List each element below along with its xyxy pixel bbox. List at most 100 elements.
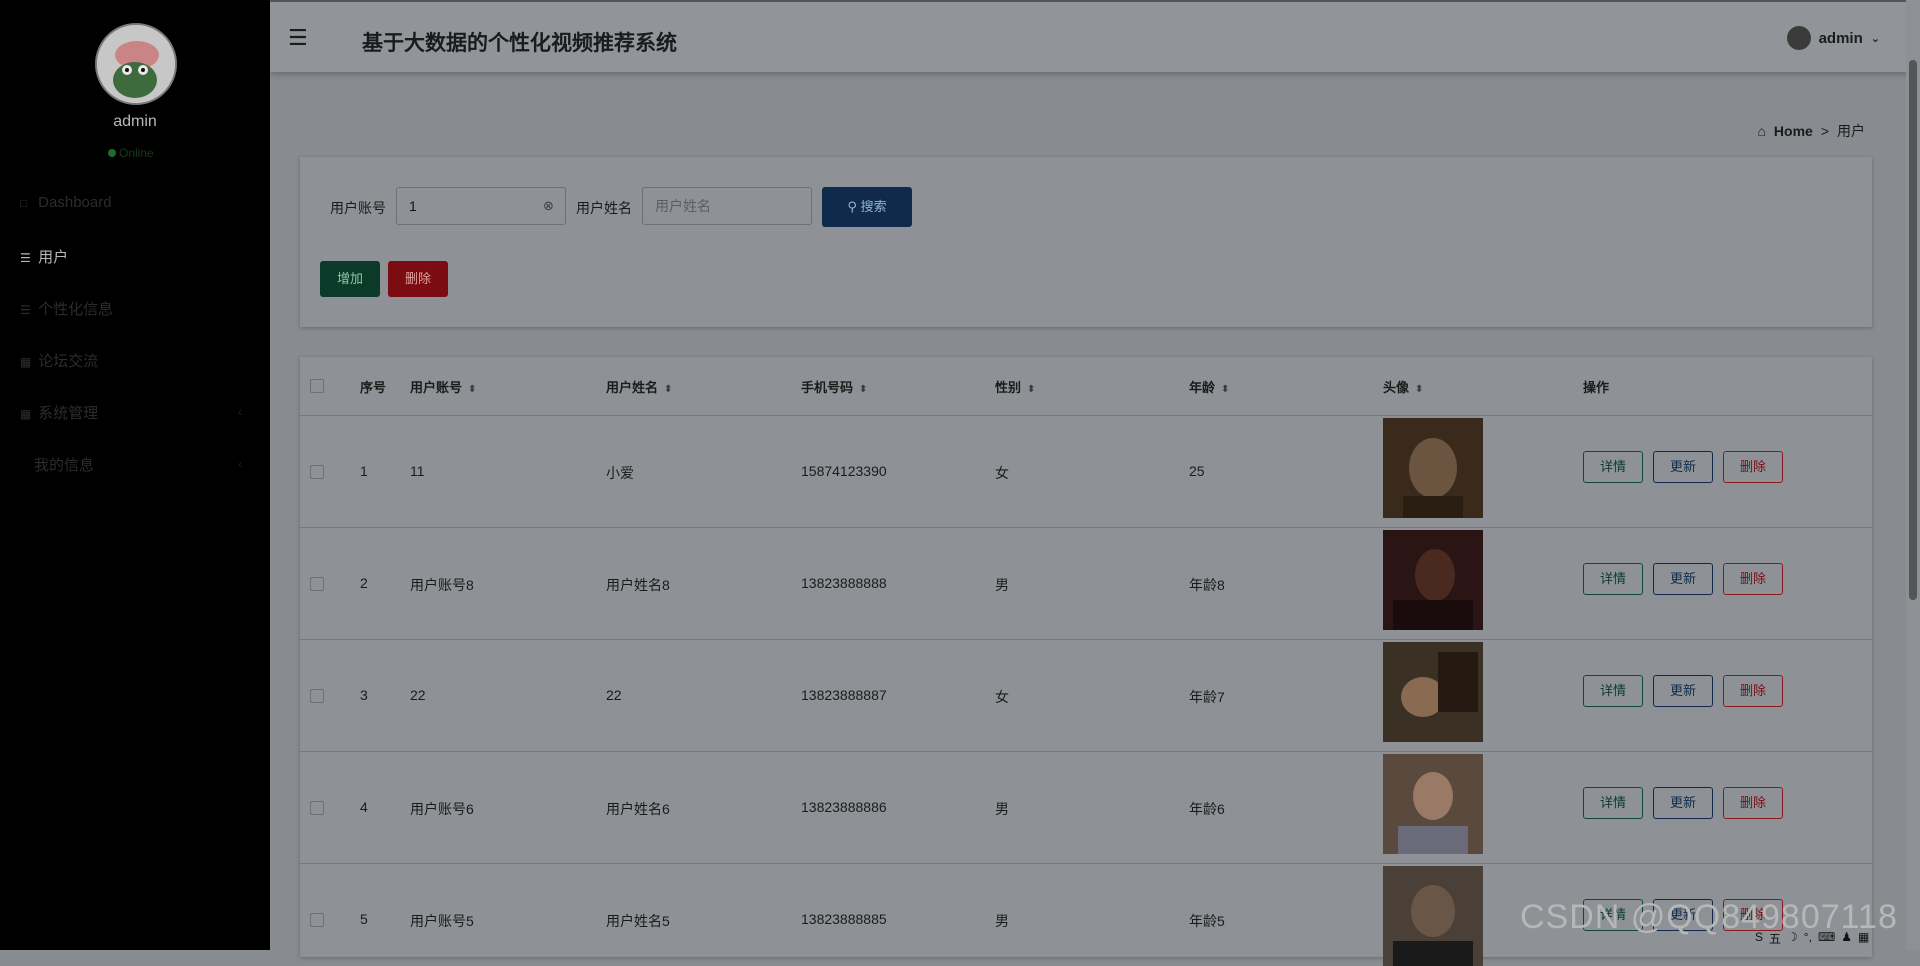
row-checkbox[interactable] [310,913,324,927]
header-name[interactable]: 用户姓名 ⬍ [606,377,672,396]
header-label: 头像 [1383,380,1410,395]
cell-account: 用户账号6 [410,801,474,817]
cell-name: 用户姓名6 [606,801,670,817]
scrollbar-thumb[interactable] [1909,60,1917,600]
header-label: 手机号码 [801,380,854,395]
user-menu[interactable]: admin ⌄ [1786,26,1880,50]
header-label: 性别 [995,380,1022,395]
header-actions: 操作 [1583,380,1610,395]
detail-button[interactable]: 详情 [1583,787,1643,819]
clear-icon[interactable]: ⊗ [543,198,554,214]
cell-account: 用户账号5 [410,913,474,929]
add-button[interactable]: 增加 [320,261,380,297]
sidebar-item-system[interactable]: ▦ 系统管理 [20,402,98,423]
sidebar-item-dashboard[interactable]: □ Dashboard [20,194,112,211]
cell-index: 4 [360,799,368,815]
batch-delete-button[interactable]: 删除 [388,261,448,297]
header-label: 用户账号 [410,380,463,395]
breadcrumb-home[interactable]: Home [1774,123,1813,139]
status-label: Online [119,146,154,160]
sort-icon[interactable]: ⬍ [664,384,672,395]
delete-button[interactable]: 删除 [1723,787,1783,819]
avatar-image [97,25,175,103]
sort-icon[interactable]: ⬍ [1221,384,1229,395]
sidebar-item-forum[interactable]: ▦ 论坛交流 [20,350,98,371]
menu-toggle-icon[interactable]: ☰ [288,25,308,51]
tray-icon-5[interactable]: ⌨ [1818,930,1835,947]
cell-account: 用户账号8 [410,577,474,593]
chevron-down-icon: ⌄ [1870,32,1880,45]
sidebar-item-personal-info[interactable]: ☰ 个性化信息 [20,298,113,319]
top-header: ☰ 基于大数据的个性化视频推荐系统 admin ⌄ [270,0,1920,72]
delete-button[interactable]: 删除 [1723,451,1783,483]
sidebar-username: admin [113,113,157,130]
cell-phone: 13823888888 [801,575,887,591]
row-checkbox[interactable] [310,689,324,703]
cell-age: 年龄7 [1189,689,1225,705]
tray-icon-3[interactable]: ☽ [1787,930,1798,947]
tray-icon-1[interactable]: S [1755,930,1763,947]
header-label: 用户姓名 [606,380,659,395]
sidebar-item-users[interactable]: ☰ 用户 [20,246,68,267]
sort-icon[interactable]: ⬍ [468,384,476,395]
avatar-thumbnail [1383,530,1483,630]
sidebar-item-label: 系统管理 [38,405,99,422]
account-label: 用户账号 [330,200,386,216]
row-divider [300,527,1872,528]
header-account[interactable]: 用户账号 ⬍ [410,377,476,396]
header-gender[interactable]: 性别 ⬍ [995,377,1035,396]
sort-icon[interactable]: ⬍ [1027,384,1035,395]
row-checkbox[interactable] [310,465,324,479]
detail-button[interactable]: 详情 [1583,451,1643,483]
header-index: 序号 [360,380,387,395]
tray-icon-4[interactable]: °, [1804,930,1812,947]
tray-icon-2[interactable]: 五 [1769,930,1781,947]
header-age[interactable]: 年龄 ⬍ [1189,377,1229,396]
cell-phone: 13823888887 [801,687,887,703]
cell-phone: 15874123390 [801,463,887,479]
tray-icon-7[interactable]: ▦ [1858,930,1869,947]
row-checkbox[interactable] [310,577,324,591]
page-scrollbar[interactable] [1906,0,1920,950]
update-button[interactable]: 更新 [1653,675,1713,707]
sort-icon[interactable]: ⬍ [859,384,867,395]
row-divider [300,863,1872,864]
cell-age: 年龄6 [1189,801,1225,817]
cell-name: 小爱 [606,465,634,481]
name-search-input[interactable] [642,187,812,225]
update-button[interactable]: 更新 [1653,451,1713,483]
name-label: 用户姓名 [576,200,632,216]
sort-icon[interactable]: ⬍ [1415,384,1423,395]
tray-icon-6[interactable]: ♟ [1841,930,1852,947]
sidebar-item-my-info[interactable]: 我的信息 [34,454,94,475]
update-button[interactable]: 更新 [1653,787,1713,819]
cell-name: 用户姓名8 [606,577,670,593]
update-button[interactable]: 更新 [1653,563,1713,595]
cell-age: 年龄5 [1189,913,1225,929]
account-search-input[interactable] [396,187,566,225]
cell-index: 3 [360,687,368,703]
delete-button[interactable]: 删除 [1723,563,1783,595]
avatar-thumbnail [1383,866,1483,966]
cell-gender: 男 [995,913,1009,929]
header-phone[interactable]: 手机号码 ⬍ [801,377,867,396]
detail-button[interactable]: 详情 [1583,563,1643,595]
search-button-label: 搜索 [860,199,887,214]
ime-tray: S 五 ☽ °, ⌨ ♟ ▦ [1755,930,1869,947]
breadcrumb: ⌂ Home > 用户 [1757,121,1865,141]
sidebar-item-label: 我的信息 [34,457,95,474]
delete-button[interactable]: 删除 [1723,675,1783,707]
cell-name: 22 [606,687,622,703]
users-table: 序号 用户账号 ⬍ 用户姓名 ⬍ 手机号码 ⬍ 性别 ⬍ 年龄 ⬍ 头像 ⬍ 操作 1 11… [300,357,1872,966]
list-icon: ☰ [20,251,31,265]
cell-index: 5 [360,911,368,927]
select-all-checkbox[interactable] [310,379,324,393]
row-checkbox[interactable] [310,801,324,815]
sidebar-item-label: Dashboard [38,194,112,211]
search-button[interactable]: ⚲ 搜索 [822,187,912,227]
sidebar: admin Online □ Dashboard ☰ 用户 ☰ 个性化信息 ▦ … [0,0,270,950]
header-avatar[interactable]: 头像 ⬍ [1383,377,1423,396]
search-panel: 用户账号 ⊗ 用户姓名 ⚲ 搜索 增加 删除 [300,157,1872,327]
detail-button[interactable]: 详情 [1583,675,1643,707]
sidebar-item-label: 用户 [38,249,69,266]
